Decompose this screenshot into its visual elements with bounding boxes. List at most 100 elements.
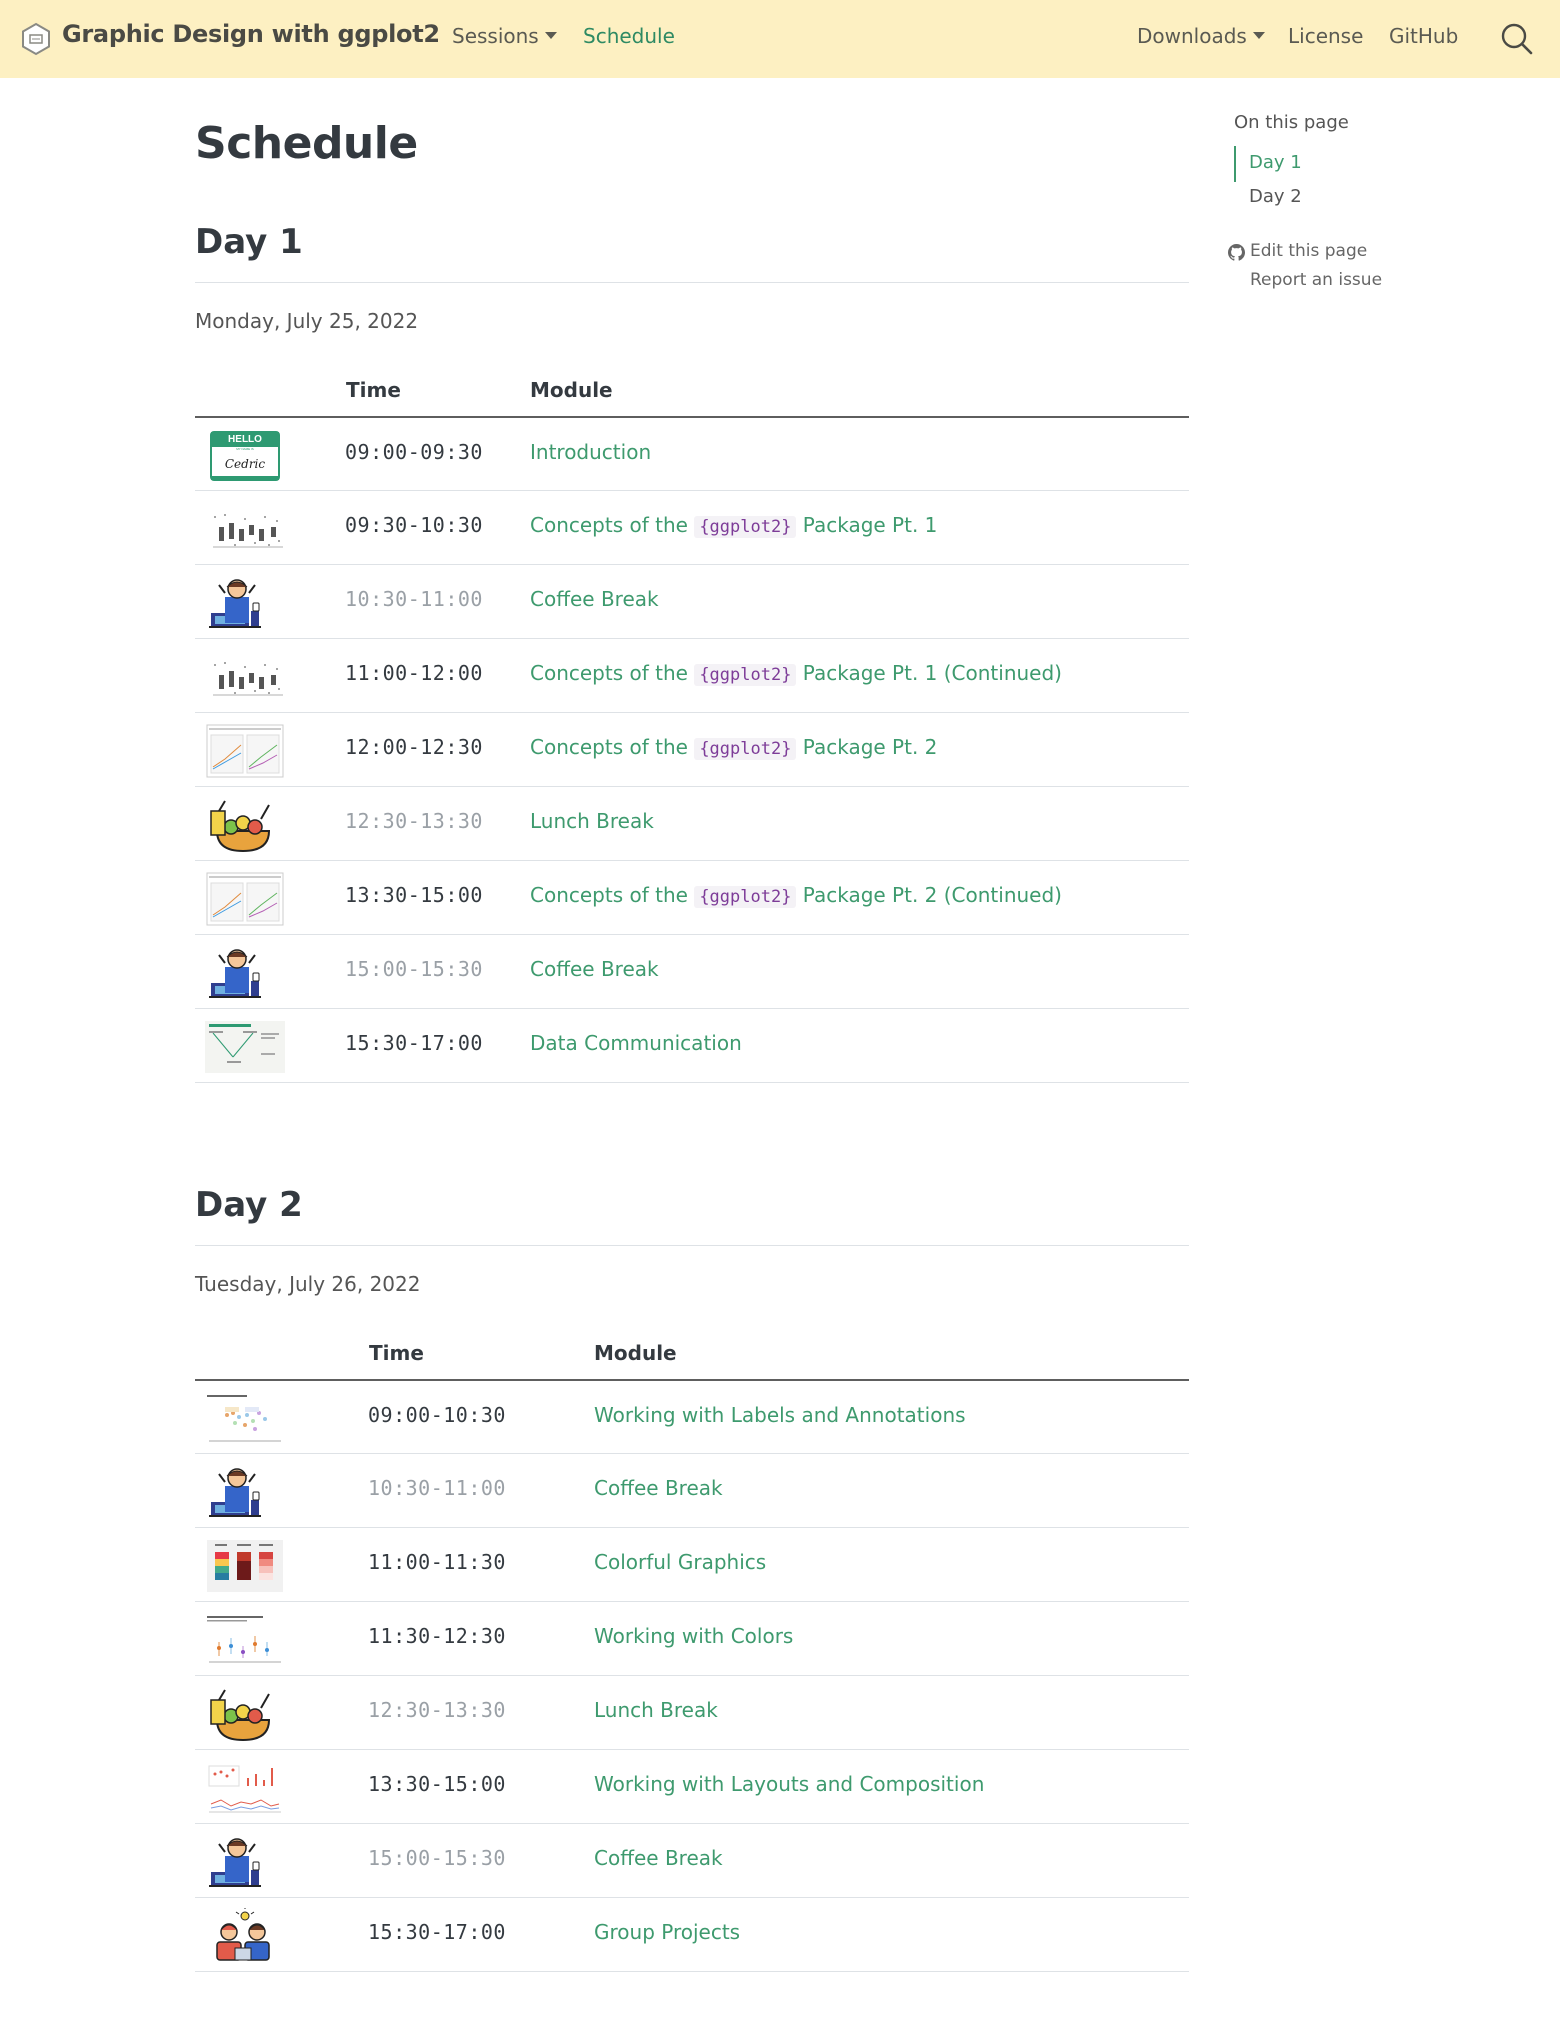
module-text-suffix: Package Pt. 1 (Continued) (802, 661, 1062, 685)
module-link[interactable]: Working with Labels and Annotations (594, 1403, 966, 1427)
package-code: {ggplot2} (694, 664, 797, 686)
package-code: {ggplot2} (694, 886, 797, 908)
color-palettes-thumbnail[interactable] (205, 1538, 285, 1594)
module-column-header: Module (530, 378, 613, 402)
module-link[interactable]: Concepts of the {ggplot2} Package Pt. 2 (530, 735, 937, 760)
table-row: 15:30-17:00 Data Communication (195, 1009, 1189, 1083)
module-text: Concepts of the (530, 883, 688, 907)
module-link[interactable]: Coffee Break (594, 1846, 723, 1870)
nav-schedule-link[interactable]: Schedule (583, 24, 675, 48)
table-row: 10:30-11:00 Coffee Break (195, 565, 1189, 639)
session-time: 09:00-10:30 (368, 1403, 506, 1427)
github-icon (1228, 244, 1245, 261)
site-brand-link[interactable]: Graphic Design with ggplot2 (62, 20, 440, 48)
table-body: HELLO MY NAME IS Cedric 09:00-09:30 Intro… (195, 418, 1189, 1083)
page-title: Schedule (195, 118, 418, 169)
lunch-bowl-thumbnail[interactable] (205, 797, 285, 853)
toc-active-indicator (1234, 146, 1236, 182)
coffee-break-person-thumbnail[interactable] (205, 1464, 285, 1520)
module-link[interactable]: Concepts of the {ggplot2} Package Pt. 1 … (530, 661, 1062, 686)
module-text: Working with Colors (594, 1624, 794, 1648)
color-scatter-thumbnail[interactable] (205, 1612, 285, 1668)
thumb-name-is-text: MY NAME IS (236, 447, 254, 451)
day1-heading: Day 1 (195, 222, 303, 262)
module-link[interactable]: Introduction (530, 440, 651, 464)
table-row: 12:30-13:30 Lunch Break (195, 787, 1189, 861)
session-time: 11:00-12:00 (345, 661, 483, 685)
module-text: Coffee Break (594, 1846, 723, 1870)
table-row: 09:30-10:30 Concepts of the {ggplot2} Pac… (195, 491, 1189, 565)
module-text-suffix: Package Pt. 1 (802, 513, 938, 537)
time-column-header: Time (369, 1341, 424, 1365)
data-communication-slide-thumbnail[interactable] (205, 1019, 285, 1075)
module-text: Colorful Graphics (594, 1550, 767, 1574)
module-link[interactable]: Coffee Break (530, 957, 659, 981)
module-link[interactable]: Lunch Break (530, 809, 654, 833)
module-link[interactable]: Concepts of the {ggplot2} Package Pt. 1 (530, 513, 938, 538)
nav-license-link[interactable]: License (1288, 24, 1363, 48)
package-code: {ggplot2} (694, 516, 797, 538)
nav-downloads-dropdown[interactable]: Downloads (1137, 24, 1265, 48)
session-time: 11:00-11:30 (368, 1550, 506, 1574)
coffee-break-person-thumbnail[interactable] (205, 1834, 285, 1890)
module-text: Data Communication (530, 1031, 742, 1055)
search-icon[interactable] (1500, 22, 1534, 56)
boxplot-grid-thumbnail[interactable] (205, 501, 285, 557)
lunch-bowl-thumbnail[interactable] (205, 1686, 285, 1742)
annotated-scatter-thumbnail[interactable] (205, 1391, 285, 1447)
module-text: Concepts of the (530, 513, 688, 537)
report-issue-link[interactable]: Report an issue (1250, 270, 1382, 290)
module-link[interactable]: Group Projects (594, 1920, 740, 1944)
module-link[interactable]: Coffee Break (530, 587, 659, 611)
table-body: 09:00-10:30 Working with Labels and Annot… (195, 1381, 1189, 1972)
facet-lines-thumbnail[interactable] (205, 723, 285, 779)
edit-page-link[interactable]: Edit this page (1250, 241, 1367, 261)
session-time: 13:30-15:00 (368, 1772, 506, 1796)
module-link[interactable]: Coffee Break (594, 1476, 723, 1500)
module-text: Introduction (530, 440, 652, 464)
thumb-hello-text: HELLO (228, 434, 262, 445)
nav-github-link[interactable]: GitHub (1389, 24, 1458, 48)
group-people-thumbnail[interactable] (205, 1908, 285, 1964)
session-time: 15:30-17:00 (368, 1920, 506, 1944)
hello-nametag-thumbnail[interactable]: HELLO MY NAME IS Cedric (205, 428, 285, 484)
table-row: 13:30-15:00 Concepts of the {ggplot2} Pac… (195, 861, 1189, 935)
module-link[interactable]: Working with Layouts and Composition (594, 1772, 984, 1796)
module-link[interactable]: Data Communication (530, 1031, 742, 1055)
table-row: 15:00-15:30 Coffee Break (195, 935, 1189, 1009)
table-row: 09:00-10:30 Working with Labels and Annot… (195, 1381, 1189, 1454)
table-row: 12:30-13:30 Lunch Break (195, 1676, 1189, 1750)
table-row: 10:30-11:00 Coffee Break (195, 1454, 1189, 1528)
toc-link-day1[interactable]: Day 1 (1249, 152, 1302, 173)
table-header: Time Module (195, 1329, 1189, 1381)
boxplot-grid-thumbnail[interactable] (205, 649, 285, 705)
module-link[interactable]: Lunch Break (594, 1698, 718, 1722)
nav-sessions-dropdown[interactable]: Sessions (452, 24, 557, 48)
session-time: 15:00-15:30 (345, 957, 483, 981)
facet-lines-thumbnail[interactable] (205, 871, 285, 927)
session-time: 15:30-17:00 (345, 1031, 483, 1055)
coffee-break-person-thumbnail[interactable] (205, 945, 285, 1001)
module-link[interactable]: Working with Colors (594, 1624, 793, 1648)
module-link[interactable]: Colorful Graphics (594, 1550, 766, 1574)
day1-date: Monday, July 25, 2022 (195, 309, 419, 333)
table-row: 11:30-12:30 Working with Colors (195, 1602, 1189, 1676)
day2-heading: Day 2 (195, 1185, 303, 1225)
session-time: 13:30-15:00 (345, 883, 483, 907)
session-time: 15:00-15:30 (368, 1846, 506, 1870)
table-row: 12:00-12:30 Concepts of the {ggplot2} Pac… (195, 713, 1189, 787)
session-time: 11:30-12:30 (368, 1624, 506, 1648)
chevron-down-icon (1252, 32, 1265, 39)
session-time: 12:30-13:30 (368, 1698, 506, 1722)
module-text: Group Projects (594, 1920, 741, 1944)
module-text: Lunch Break (594, 1698, 718, 1722)
session-time: 10:30-11:00 (345, 587, 483, 611)
toc-link-day2[interactable]: Day 2 (1249, 186, 1302, 207)
day2-schedule-table: Time Module 09:00-10:30 Working with Labe… (195, 1329, 1189, 1972)
module-link[interactable]: Concepts of the {ggplot2} Package Pt. 2 … (530, 883, 1062, 908)
hexagon-logo-icon[interactable] (20, 22, 52, 56)
table-row: 11:00-11:30 Colorful Graphics (195, 1528, 1189, 1602)
coffee-break-person-thumbnail[interactable] (205, 575, 285, 631)
layout-composition-thumbnail[interactable] (205, 1760, 285, 1816)
module-text: Coffee Break (594, 1476, 723, 1500)
